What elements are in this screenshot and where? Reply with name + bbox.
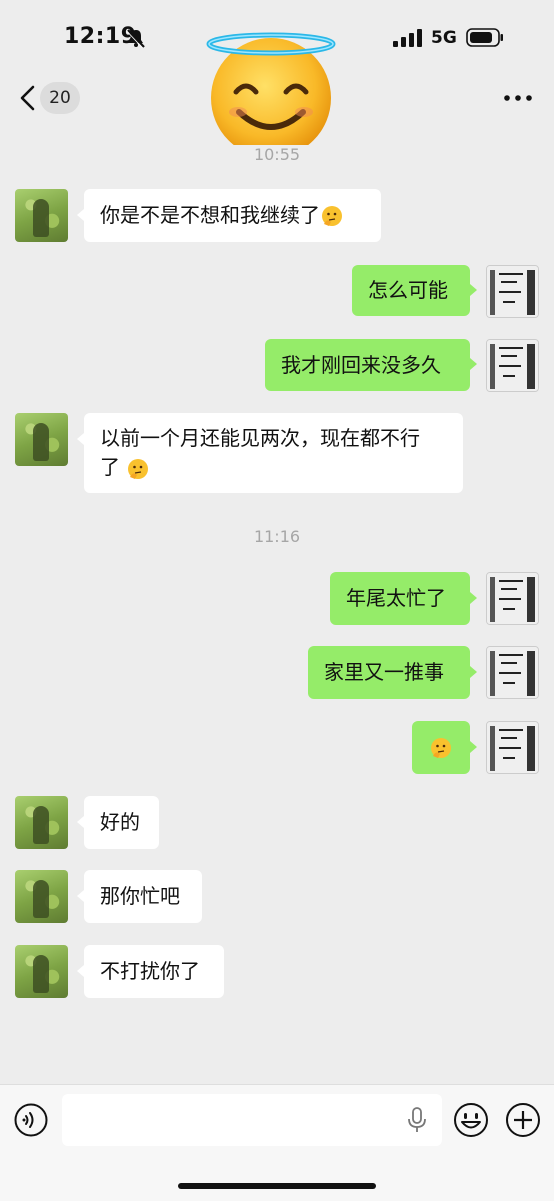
contact-avatar[interactable] [15, 189, 68, 242]
more-options-icon[interactable] [504, 95, 532, 101]
message-text: 我才刚回来没多久 [281, 352, 441, 377]
emoji-button-icon[interactable] [453, 1102, 489, 1138]
battery-icon [466, 28, 503, 47]
bubble-tail [470, 592, 477, 604]
message-text: 好的 [100, 810, 140, 834]
thinking-face-icon [322, 205, 342, 226]
sent-message[interactable]: 年尾太忙了 [330, 572, 470, 625]
message-text: 年尾太忙了 [346, 586, 446, 610]
thinking-face-icon [431, 737, 451, 758]
calligraphy-image [487, 573, 538, 624]
microphone-icon[interactable] [407, 1107, 427, 1133]
bubble-tail [77, 816, 84, 828]
bubble-tail [470, 741, 477, 753]
contact-avatar[interactable] [15, 945, 68, 998]
message-text: 怎么可能 [368, 278, 448, 302]
message-text: 你是不是不想和我继续了 [100, 203, 320, 227]
bubble-tail [470, 284, 477, 296]
contact-avatar[interactable] [15, 413, 68, 466]
my-avatar[interactable] [486, 646, 539, 699]
received-message[interactable]: 你是不是不想和我继续了 [84, 189, 381, 242]
sent-message[interactable]: 家里又一推事 [308, 646, 470, 699]
my-avatar[interactable] [486, 572, 539, 625]
calligraphy-image [487, 722, 538, 773]
message-input[interactable] [62, 1094, 442, 1146]
my-avatar[interactable] [486, 339, 539, 392]
thinking-face-icon [128, 458, 149, 479]
contact-avatar[interactable] [15, 870, 68, 923]
smiling-face-with-halo-icon [206, 32, 336, 145]
bubble-tail [77, 965, 84, 977]
add-more-icon[interactable] [505, 1102, 541, 1138]
my-avatar[interactable] [486, 721, 539, 774]
bubble-tail [77, 209, 84, 221]
message-text: 不打扰你了 [100, 959, 200, 983]
bubble-tail [470, 358, 477, 370]
timestamp: 11:16 [253, 527, 301, 546]
network-type: 5G [431, 28, 457, 48]
signal-strength-icon [393, 29, 422, 47]
bubble-tail [77, 890, 84, 902]
received-message[interactable]: 那你忙吧 [84, 870, 202, 923]
timestamp: 10:55 [253, 145, 301, 164]
bubble-tail [470, 666, 477, 678]
message-text: 家里又一推事 [324, 660, 444, 684]
message-text: 那你忙吧 [100, 884, 180, 908]
message-text-line: 了 [100, 455, 120, 479]
calligraphy-image [487, 647, 538, 698]
calligraphy-image [487, 266, 538, 317]
unread-count-badge[interactable]: 20 [40, 82, 80, 114]
received-message[interactable]: 好的 [84, 796, 159, 849]
contact-avatar[interactable] [15, 796, 68, 849]
silent-bell-icon [126, 29, 145, 48]
sent-message[interactable]: 我才刚回来没多久 [265, 339, 470, 391]
back-chevron-icon[interactable] [18, 84, 38, 112]
my-avatar[interactable] [486, 265, 539, 318]
home-indicator[interactable] [178, 1183, 376, 1189]
bubble-tail [77, 433, 84, 445]
received-message[interactable]: 以前一个月还能见两次，现在都不行 了 [84, 413, 463, 493]
received-message[interactable]: 不打扰你了 [84, 945, 224, 998]
sent-message[interactable]: 怎么可能 [352, 265, 470, 316]
sent-message[interactable] [412, 721, 470, 774]
calligraphy-image [487, 340, 538, 391]
voice-input-icon[interactable] [14, 1103, 48, 1137]
message-text-line: 以前一个月还能见两次，现在都不行 [100, 426, 420, 450]
